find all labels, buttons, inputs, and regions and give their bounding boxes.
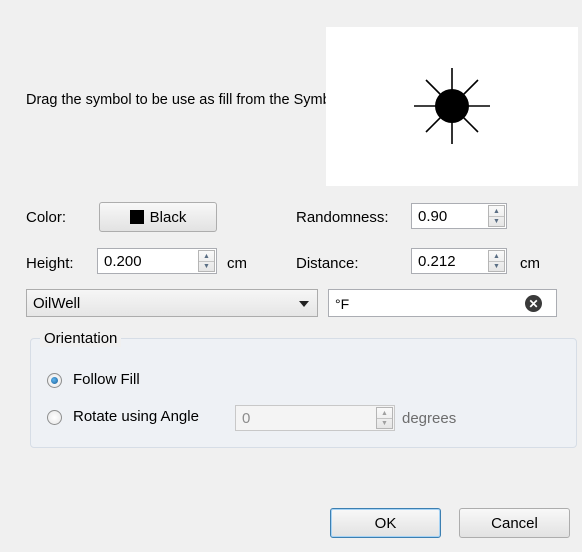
spin-down-icon[interactable]: ▼ bbox=[489, 261, 504, 271]
symbol-preview bbox=[326, 27, 578, 186]
symbol-text-input[interactable]: °F ✕ bbox=[328, 289, 557, 317]
orientation-group bbox=[30, 338, 577, 448]
height-spinner[interactable]: 0.200 ▲ ▼ bbox=[97, 248, 217, 274]
randomness-value: 0.90 bbox=[418, 208, 448, 225]
dropdown-arrow-icon bbox=[299, 301, 309, 307]
distance-value: 0.212 bbox=[418, 253, 456, 270]
oilwell-symbol-icon bbox=[414, 68, 490, 144]
color-value: Black bbox=[149, 208, 187, 226]
height-unit: cm bbox=[227, 255, 247, 272]
distance-unit: cm bbox=[520, 255, 540, 272]
instructions-text: Drag the symbol to be use as fill from t… bbox=[26, 92, 464, 108]
spin-down-icon[interactable]: ▼ bbox=[489, 216, 504, 226]
height-value: 0.200 bbox=[104, 253, 142, 270]
orientation-title: Orientation bbox=[40, 330, 122, 347]
follow-fill-label[interactable]: Follow Fill bbox=[73, 371, 140, 388]
angle-spinner[interactable]: 0 ▲ ▼ bbox=[235, 405, 395, 431]
spin-down-icon[interactable]: ▼ bbox=[199, 261, 214, 271]
color-button[interactable]: Black bbox=[99, 202, 217, 232]
spin-down-icon[interactable]: ▼ bbox=[377, 418, 392, 428]
cancel-button[interactable]: Cancel bbox=[459, 508, 570, 538]
distance-label: Distance: bbox=[296, 255, 359, 272]
follow-fill-radio[interactable] bbox=[47, 373, 62, 388]
randomness-label: Randomness: bbox=[296, 209, 389, 226]
color-swatch bbox=[129, 210, 144, 224]
rotate-angle-label[interactable]: Rotate using Angle bbox=[73, 408, 199, 425]
rotate-angle-radio[interactable] bbox=[47, 410, 62, 425]
randomness-spinner[interactable]: 0.90 ▲ ▼ bbox=[411, 203, 507, 229]
symbol-text-value: °F bbox=[335, 296, 350, 312]
distance-spinner[interactable]: 0.212 ▲ ▼ bbox=[411, 248, 507, 274]
symbol-select[interactable]: OilWell bbox=[26, 289, 318, 317]
color-label: Color: bbox=[26, 209, 67, 226]
symbol-select-value: OilWell bbox=[33, 295, 81, 312]
ok-button[interactable]: OK bbox=[330, 508, 441, 538]
clear-icon[interactable]: ✕ bbox=[525, 295, 542, 312]
height-label: Height: bbox=[26, 255, 74, 272]
angle-value: 0 bbox=[242, 410, 251, 427]
angle-unit: degrees bbox=[402, 410, 457, 427]
